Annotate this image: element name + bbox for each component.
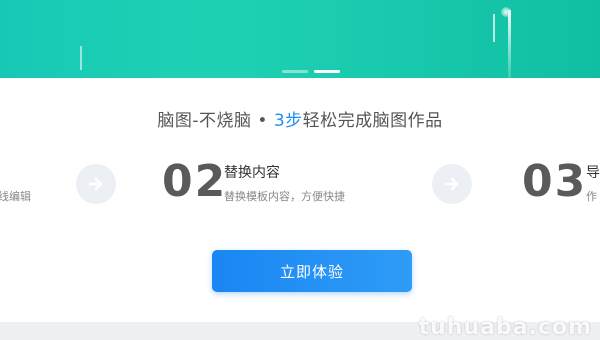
light-beam xyxy=(80,46,82,70)
hero-banner xyxy=(0,0,600,78)
steps-card: 脑图-不烧脑 • 3步轻松完成脑图作品 线编辑 02 替换内容 替换模板内容，方… xyxy=(0,78,600,322)
step-1-desc: 线编辑 xyxy=(0,190,31,203)
carousel-dot-1[interactable] xyxy=(282,70,308,73)
step-3-desc: 作 xyxy=(586,190,597,203)
step-arrow-2 xyxy=(432,164,472,204)
headline-accent: 3步 xyxy=(273,111,303,131)
try-now-button[interactable]: 立即体验 xyxy=(212,250,412,292)
steps-headline: 脑图-不烧脑 • 3步轻松完成脑图作品 xyxy=(0,106,600,131)
light-beam xyxy=(493,14,495,42)
carousel-dot-2-active[interactable] xyxy=(314,70,340,73)
carousel-indicators xyxy=(282,70,340,73)
step-3-title: 导 xyxy=(586,165,600,181)
step-arrow-1 xyxy=(76,164,116,204)
headline-suffix: 轻松完成脑图作品 xyxy=(302,111,443,131)
step-2-desc: 替换模板内容，方便快捷 xyxy=(224,190,345,203)
sparkle-decoration xyxy=(501,7,511,17)
headline-prefix: 脑图-不烧脑 • xyxy=(157,111,274,131)
step-3-number: 03 xyxy=(522,156,588,207)
arrow-right-icon xyxy=(88,177,103,191)
watermark-text: tuhuaba.com xyxy=(418,315,592,340)
light-beam xyxy=(508,10,511,78)
step-2-number: 02 xyxy=(162,156,228,207)
step-2-title: 替换内容 xyxy=(224,165,280,181)
arrow-right-icon xyxy=(444,177,459,191)
